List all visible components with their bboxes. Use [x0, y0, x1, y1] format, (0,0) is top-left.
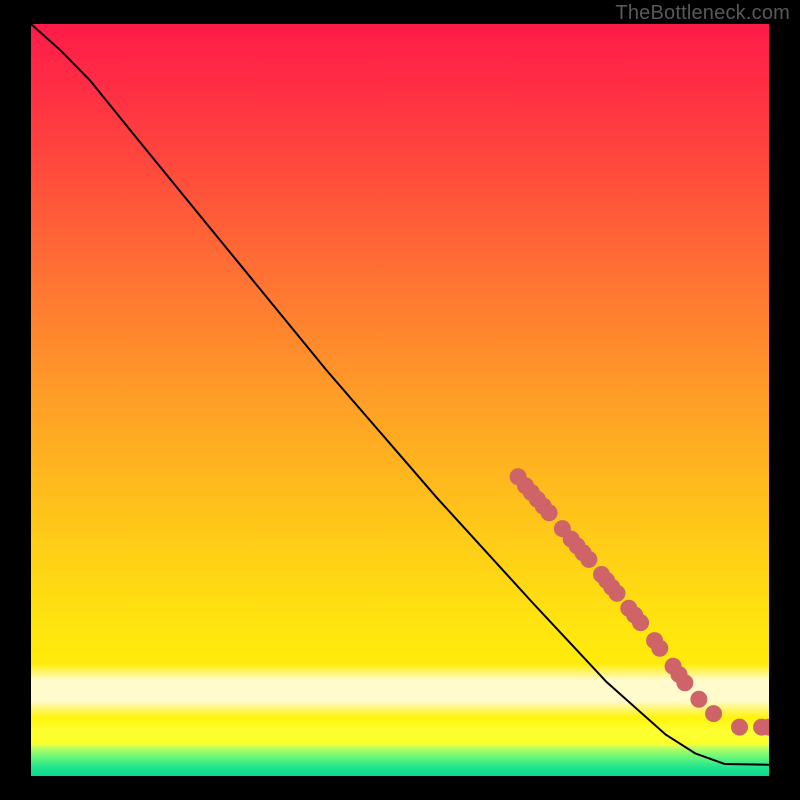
data-point [633, 615, 649, 631]
data-point [581, 551, 597, 567]
data-points [510, 469, 769, 735]
data-point [732, 719, 748, 735]
data-point [652, 640, 668, 656]
data-point [706, 706, 722, 722]
data-point [609, 585, 625, 601]
chart-frame: TheBottleneck.com [0, 0, 800, 800]
watermark-text: TheBottleneck.com [615, 2, 790, 25]
data-point [677, 675, 693, 691]
data-point [691, 691, 707, 707]
plot-area [31, 24, 769, 776]
data-point [541, 505, 557, 521]
chart-overlay [31, 24, 769, 776]
